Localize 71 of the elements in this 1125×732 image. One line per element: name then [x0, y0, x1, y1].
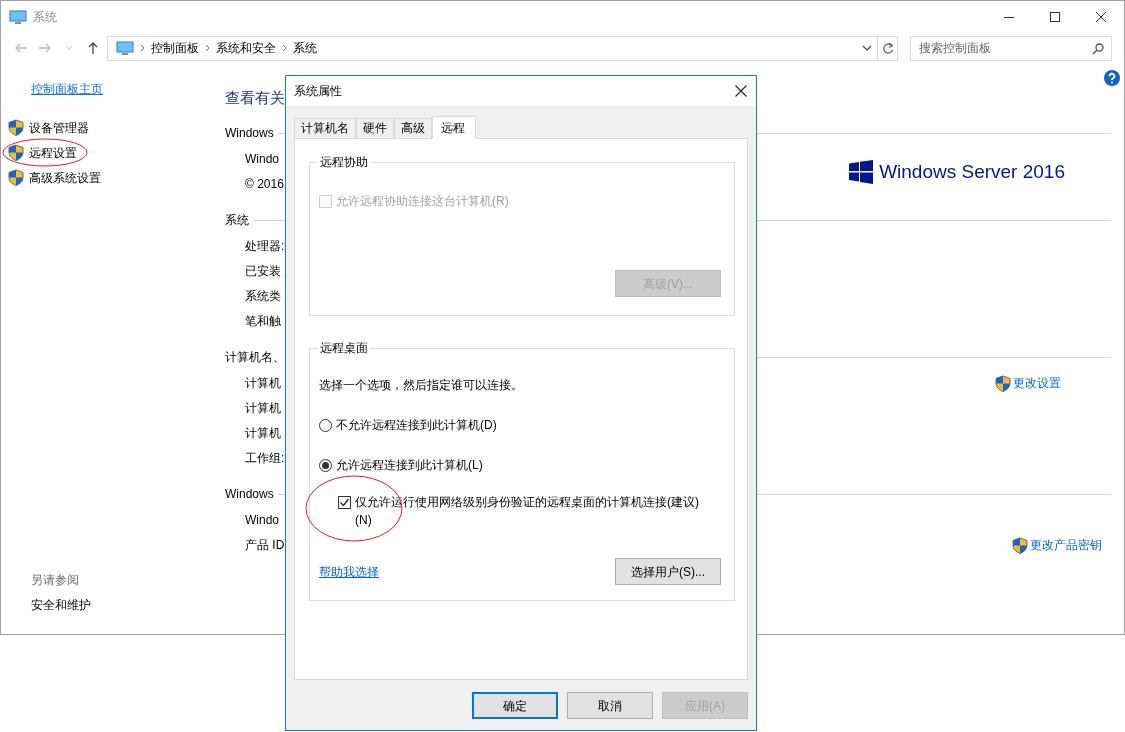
info-label: Windo — [245, 513, 279, 527]
select-users-button[interactable]: 选择用户(S)... — [615, 558, 721, 585]
up-arrow-icon — [86, 41, 100, 55]
check-icon — [339, 497, 350, 508]
settings-link[interactable]: 更改设置 — [1013, 371, 1061, 396]
window-title: 系统 — [33, 9, 57, 26]
breadcrumb-link[interactable]: 系统 — [287, 39, 323, 57]
section-title: Windows — [225, 486, 274, 503]
info-label: 计算机 — [245, 426, 281, 440]
sidebar-link[interactable]: 设备管理器 — [29, 118, 89, 137]
checkbox-label: 允许远程协助连接这台计算机(R) — [336, 193, 509, 210]
section-title: Windows — [225, 125, 274, 142]
refresh-icon — [881, 41, 894, 55]
chevron-right-icon — [140, 44, 145, 52]
forward-arrow-icon — [38, 41, 52, 55]
group-title: 远程协助 — [318, 154, 370, 170]
windows-logo-icon — [849, 160, 874, 184]
help-link[interactable]: 帮助我选择 — [319, 562, 379, 581]
back-arrow-icon — [14, 41, 28, 55]
info-label: 计算机 — [245, 376, 281, 390]
see-also-heading: 另请参阅 — [31, 572, 80, 589]
shield-icon — [8, 119, 24, 136]
breadcrumb-link[interactable]: 控制面板 — [145, 39, 205, 57]
dialog-title: 系统属性 — [294, 83, 342, 100]
shield-icon — [8, 144, 24, 161]
radio-label: 不允许远程连接到此计算机(D) — [336, 417, 497, 434]
section-title: 计算机名、 — [225, 349, 285, 366]
instruction-text: 选择一个选项，然后指定谁可以连接。 — [319, 377, 524, 394]
search-field[interactable]: 搜索控制面板 — [910, 35, 1112, 61]
tab[interactable]: 计算机名 — [294, 118, 356, 138]
refresh-button[interactable] — [877, 36, 897, 60]
settings-link[interactable]: 更改产品密钥 — [1030, 533, 1102, 558]
dialog-button[interactable]: 确定 — [472, 692, 558, 719]
dropdown-chevron-icon[interactable] — [862, 45, 872, 51]
info-label: 已安装 — [245, 264, 281, 278]
shield-icon — [1012, 537, 1028, 554]
close-icon — [1096, 12, 1106, 22]
breadcrumb-link[interactable]: 系统和安全 — [210, 39, 282, 57]
see-also-link[interactable]: 安全和维护 — [31, 593, 225, 618]
shield-icon — [995, 375, 1011, 392]
tab[interactable]: 高级 — [394, 118, 432, 138]
checkbox-label: 仅允许运行使用网络级别身份验证的远程桌面的计算机连接(建议)(N) — [355, 494, 700, 529]
search-icon[interactable] — [1092, 42, 1104, 55]
info-label: 处理器: — [245, 239, 285, 253]
product-name: Windows Server 2016 — [879, 159, 1065, 184]
address-bar[interactable]: 控制面板 系统和安全 系统 — [107, 35, 898, 61]
monitor-icon — [9, 9, 27, 25]
info-label: 工作组: — [245, 451, 285, 465]
info-label: 系统类 — [245, 289, 281, 303]
info-label: 计算机 — [245, 401, 281, 415]
shield-icon — [8, 169, 24, 186]
info-label: © 2016 — [245, 177, 284, 191]
dialog-button[interactable]: 取消 — [567, 692, 653, 719]
group-title: 远程桌面 — [318, 340, 370, 356]
close-icon — [735, 85, 747, 97]
tab[interactable]: 硬件 — [356, 118, 394, 138]
monitor-icon — [116, 40, 134, 56]
tab[interactable]: 远程 — [432, 116, 476, 139]
sidebar-link[interactable]: 高级系统设置 — [29, 168, 101, 187]
info-label: Windo — [245, 152, 279, 166]
sidebar-link[interactable]: 控制面板主页 — [31, 81, 103, 97]
info-label: 产品 ID — [245, 538, 285, 552]
maximize-icon — [1050, 12, 1060, 22]
chevron-right-icon — [205, 44, 210, 52]
chevron-right-icon — [282, 44, 287, 52]
help-icon[interactable] — [1104, 70, 1120, 86]
info-label: 笔和触 — [245, 314, 281, 328]
page-heading: 查看有关 — [225, 88, 285, 108]
section-title: 系统 — [225, 212, 249, 229]
checkbox[interactable] — [338, 496, 351, 509]
radio-label: 允许远程连接到此计算机(L) — [336, 457, 483, 474]
